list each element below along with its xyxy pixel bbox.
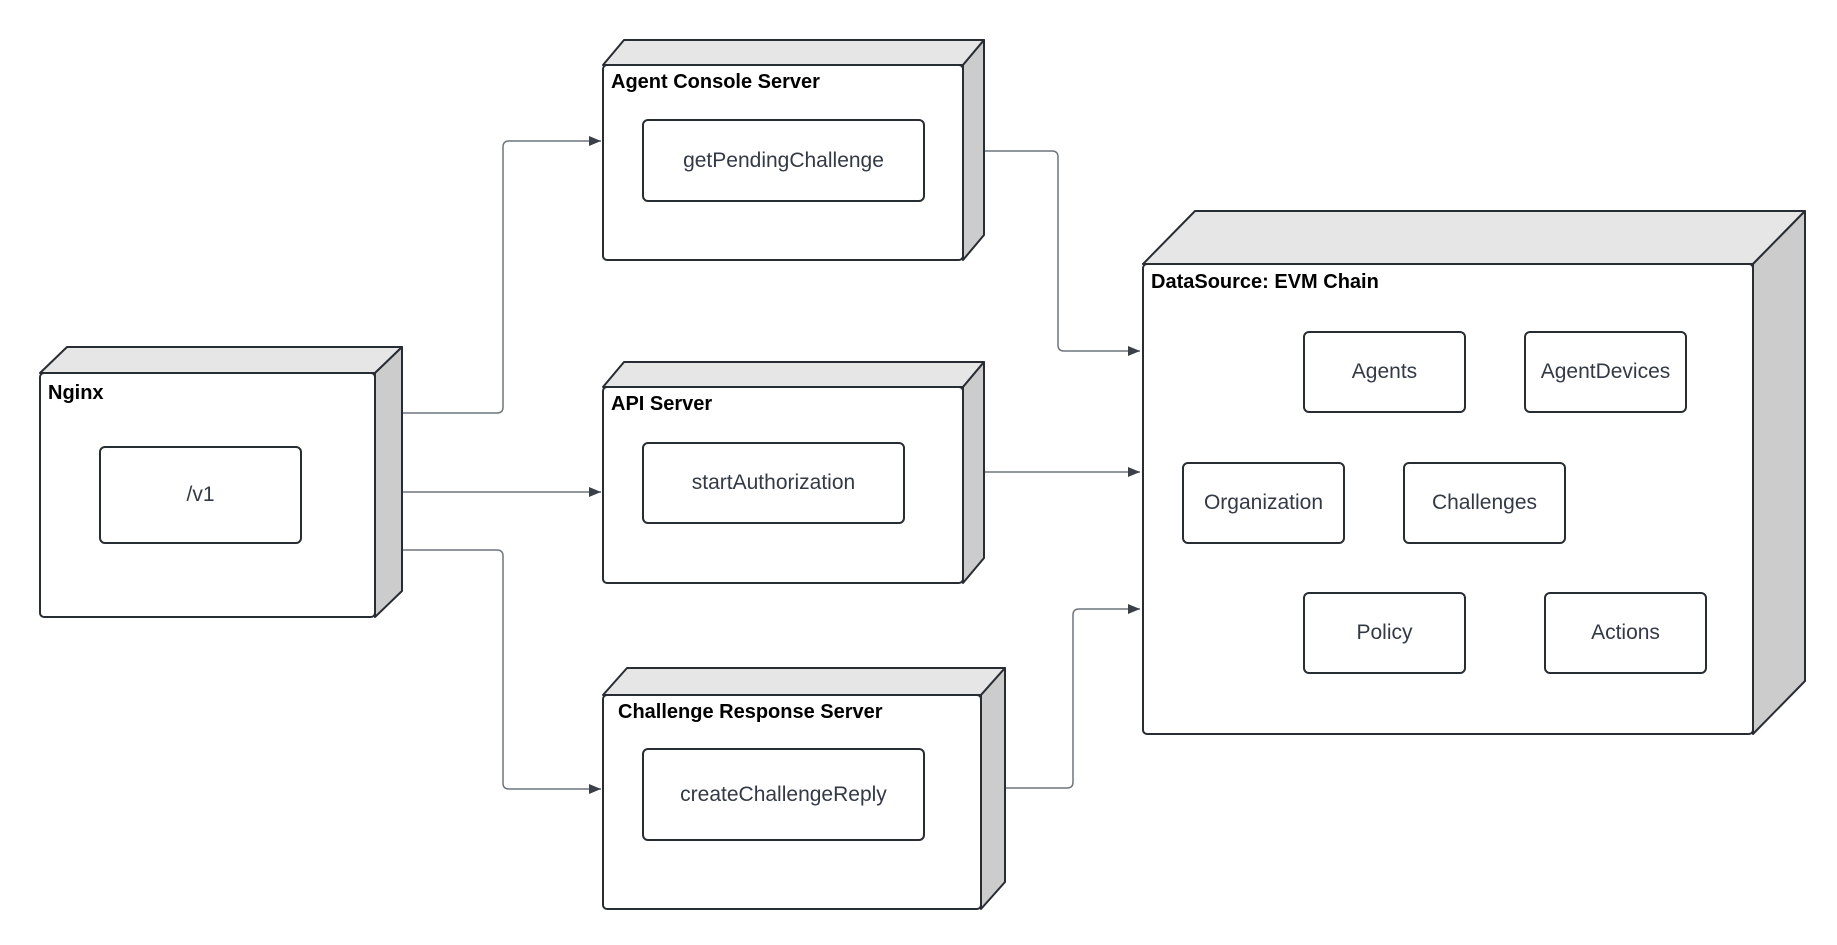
- edge-nginx-to-agent-console: [402, 136, 601, 414]
- component-label: Actions: [1591, 621, 1660, 644]
- node-side-face: [1752, 210, 1806, 735]
- node-top-face: [602, 361, 985, 388]
- component-label: startAuthorization: [691, 471, 856, 494]
- node-title: Challenge Response Server: [618, 701, 883, 723]
- node-side-face: [962, 361, 985, 584]
- component-label: getPendingChallenge: [683, 148, 884, 172]
- node-top-face: [602, 39, 985, 66]
- component-label: createChallengeReply: [680, 782, 887, 806]
- node-title: Agent Console Server: [611, 71, 820, 93]
- node-title: Nginx: [48, 382, 104, 404]
- node-side-face: [374, 346, 403, 618]
- edge-challenge-response-to-datasource: [1003, 604, 1140, 789]
- component-label: Agents: [1351, 360, 1418, 383]
- edge-agent-console-to-datasource: [983, 150, 1140, 356]
- node-side-face: [962, 39, 985, 261]
- node-side-face: [980, 667, 1006, 910]
- node-top-face: [39, 346, 403, 374]
- node-title: API Server: [611, 393, 713, 415]
- node-top-face: [602, 667, 1006, 696]
- node-top-face: [1142, 210, 1806, 265]
- component-label: Challenges: [1431, 491, 1538, 514]
- edge-nginx-to-challenge-response: [402, 549, 601, 794]
- component-label: AgentDevices: [1540, 360, 1671, 383]
- component-label: Organization: [1203, 491, 1324, 514]
- node-title: DataSource: EVM Chain: [1151, 271, 1379, 293]
- component-label: /v1: [186, 483, 215, 506]
- component-label: Policy: [1356, 621, 1413, 644]
